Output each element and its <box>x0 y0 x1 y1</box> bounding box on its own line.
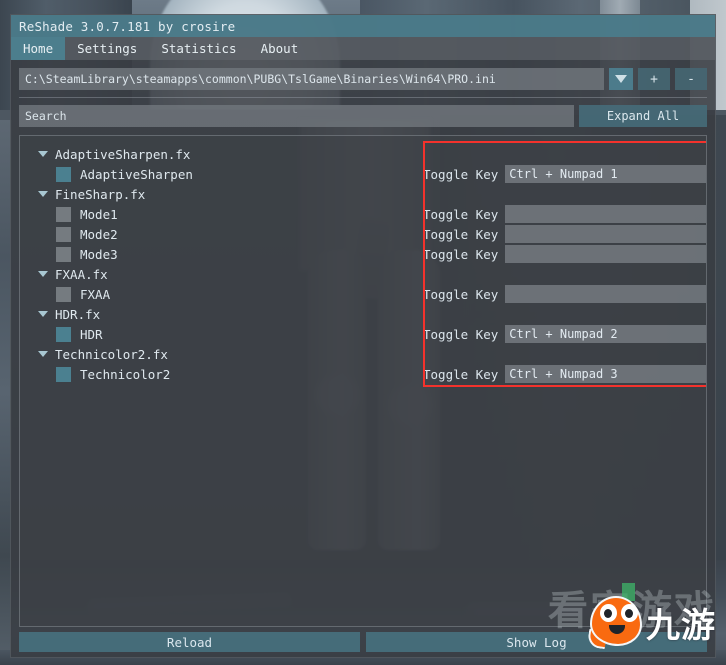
checkbox-unchecked-icon[interactable] <box>56 246 71 262</box>
checkbox-unchecked-icon[interactable] <box>56 226 71 242</box>
effect-group-technicolor2[interactable]: Technicolor2.fx <box>28 344 412 364</box>
toggle-key-label: Toggle Key <box>423 226 499 242</box>
window-body: C:\SteamLibrary\steamapps\common\PUBG\Ts… <box>11 60 715 657</box>
toggle-key-row-mode3: Toggle Key <box>423 244 706 264</box>
separator <box>19 97 707 98</box>
technique-row-hdr[interactable]: HDR <box>28 324 412 344</box>
toggle-key-label: Toggle Key <box>423 166 499 182</box>
reload-button[interactable]: Reload <box>19 632 360 652</box>
checkbox-checked-icon[interactable] <box>56 166 71 182</box>
toggle-key-label: Toggle Key <box>423 286 499 302</box>
toggle-key-field[interactable]: Ctrl + Numpad 2 <box>505 325 706 343</box>
remove-preset-button[interactable]: - <box>675 68 707 90</box>
technique-row-technicolor2[interactable]: Technicolor2 <box>28 364 412 384</box>
toggle-key-label: Toggle Key <box>423 206 499 222</box>
technique-label: AdaptiveSharpen <box>80 166 193 182</box>
effect-group-label: AdaptiveSharpen.fx <box>55 146 191 162</box>
technique-label: HDR <box>80 326 103 342</box>
technique-row-adaptivesharpen[interactable]: AdaptiveSharpen <box>28 164 412 184</box>
chevron-down-icon <box>38 351 48 357</box>
tab-statistics[interactable]: Statistics <box>149 37 248 60</box>
technique-label: Mode1 <box>80 206 118 222</box>
effect-group-hdr[interactable]: HDR.fx <box>28 304 412 324</box>
bottom-button-bar: Reload Show Log <box>19 627 707 657</box>
add-preset-button[interactable]: + <box>638 68 670 90</box>
toggle-key-column: Toggle Key Ctrl + Numpad 1 Toggle Key To… <box>423 136 706 384</box>
toggle-key-field[interactable] <box>505 205 706 223</box>
tab-home[interactable]: Home <box>11 37 66 60</box>
technique-row-mode1[interactable]: Mode1 <box>28 204 412 224</box>
toggle-key-field[interactable]: Ctrl + Numpad 3 <box>505 365 706 383</box>
reshade-overlay-window: ReShade 3.0.7.181 by crosire Home Settin… <box>10 14 716 658</box>
toggle-key-field[interactable] <box>505 285 706 303</box>
effect-tree: AdaptiveSharpen.fx AdaptiveSharpen FineS… <box>20 136 412 626</box>
technique-row-fxaa[interactable]: FXAA <box>28 284 412 304</box>
expand-all-button[interactable]: Expand All <box>579 105 707 127</box>
toggle-key-row-fxaa: Toggle Key <box>423 284 706 304</box>
effect-group-label: HDR.fx <box>55 306 101 322</box>
toggle-key-field[interactable] <box>505 245 706 263</box>
technique-list-panel[interactable]: AdaptiveSharpen.fx AdaptiveSharpen FineS… <box>19 135 707 627</box>
technique-row-mode3[interactable]: Mode3 <box>28 244 412 264</box>
tab-bar: Home Settings Statistics About <box>11 37 715 60</box>
toggle-key-row-technicolor2: Toggle Key Ctrl + Numpad 3 <box>423 364 706 384</box>
toggle-key-label: Toggle Key <box>423 326 499 342</box>
preset-row: C:\SteamLibrary\steamapps\common\PUBG\Ts… <box>19 68 707 90</box>
chevron-down-icon <box>38 151 48 157</box>
toggle-key-row-adaptivesharpen: Toggle Key Ctrl + Numpad 1 <box>423 164 706 184</box>
checkbox-checked-icon[interactable] <box>56 366 71 382</box>
technique-row-mode2[interactable]: Mode2 <box>28 224 412 244</box>
effect-group-label: FineSharp.fx <box>55 186 146 202</box>
show-log-button[interactable]: Show Log <box>366 632 707 652</box>
effect-group-fxaa[interactable]: FXAA.fx <box>28 264 412 284</box>
technique-label: Technicolor2 <box>80 366 171 382</box>
toggle-key-row-mode1: Toggle Key <box>423 204 706 224</box>
toggle-key-field[interactable] <box>505 225 706 243</box>
checkbox-unchecked-icon[interactable] <box>56 286 71 302</box>
effect-group-adaptivesharpen[interactable]: AdaptiveSharpen.fx <box>28 144 412 164</box>
technique-list-inner: AdaptiveSharpen.fx AdaptiveSharpen FineS… <box>20 136 706 626</box>
technique-label: Mode2 <box>80 226 118 242</box>
search-input[interactable] <box>19 105 574 127</box>
toggle-key-row-hdr: Toggle Key Ctrl + Numpad 2 <box>423 324 706 344</box>
tab-about[interactable]: About <box>249 37 311 60</box>
preset-path-field[interactable]: C:\SteamLibrary\steamapps\common\PUBG\Ts… <box>19 68 604 90</box>
effect-group-label: Technicolor2.fx <box>55 346 168 362</box>
chevron-down-icon <box>38 191 48 197</box>
chevron-down-icon <box>615 75 627 83</box>
checkbox-checked-icon[interactable] <box>56 326 71 342</box>
checkbox-unchecked-icon[interactable] <box>56 206 71 222</box>
technique-label: FXAA <box>80 286 111 302</box>
chevron-down-icon <box>38 271 48 277</box>
window-title: ReShade 3.0.7.181 by crosire <box>19 18 236 34</box>
search-row: Expand All <box>19 105 707 127</box>
preset-dropdown-button[interactable] <box>609 68 633 90</box>
effect-group-label: FXAA.fx <box>55 266 108 282</box>
effect-group-finesharp[interactable]: FineSharp.fx <box>28 184 412 204</box>
technique-label: Mode3 <box>80 246 118 262</box>
tab-settings[interactable]: Settings <box>65 37 149 60</box>
toggle-key-label: Toggle Key <box>423 246 499 262</box>
toggle-key-label: Toggle Key <box>423 366 499 382</box>
toggle-key-row-mode2: Toggle Key <box>423 224 706 244</box>
chevron-down-icon <box>38 311 48 317</box>
title-bar[interactable]: ReShade 3.0.7.181 by crosire <box>11 15 715 37</box>
toggle-key-field[interactable]: Ctrl + Numpad 1 <box>505 165 706 183</box>
